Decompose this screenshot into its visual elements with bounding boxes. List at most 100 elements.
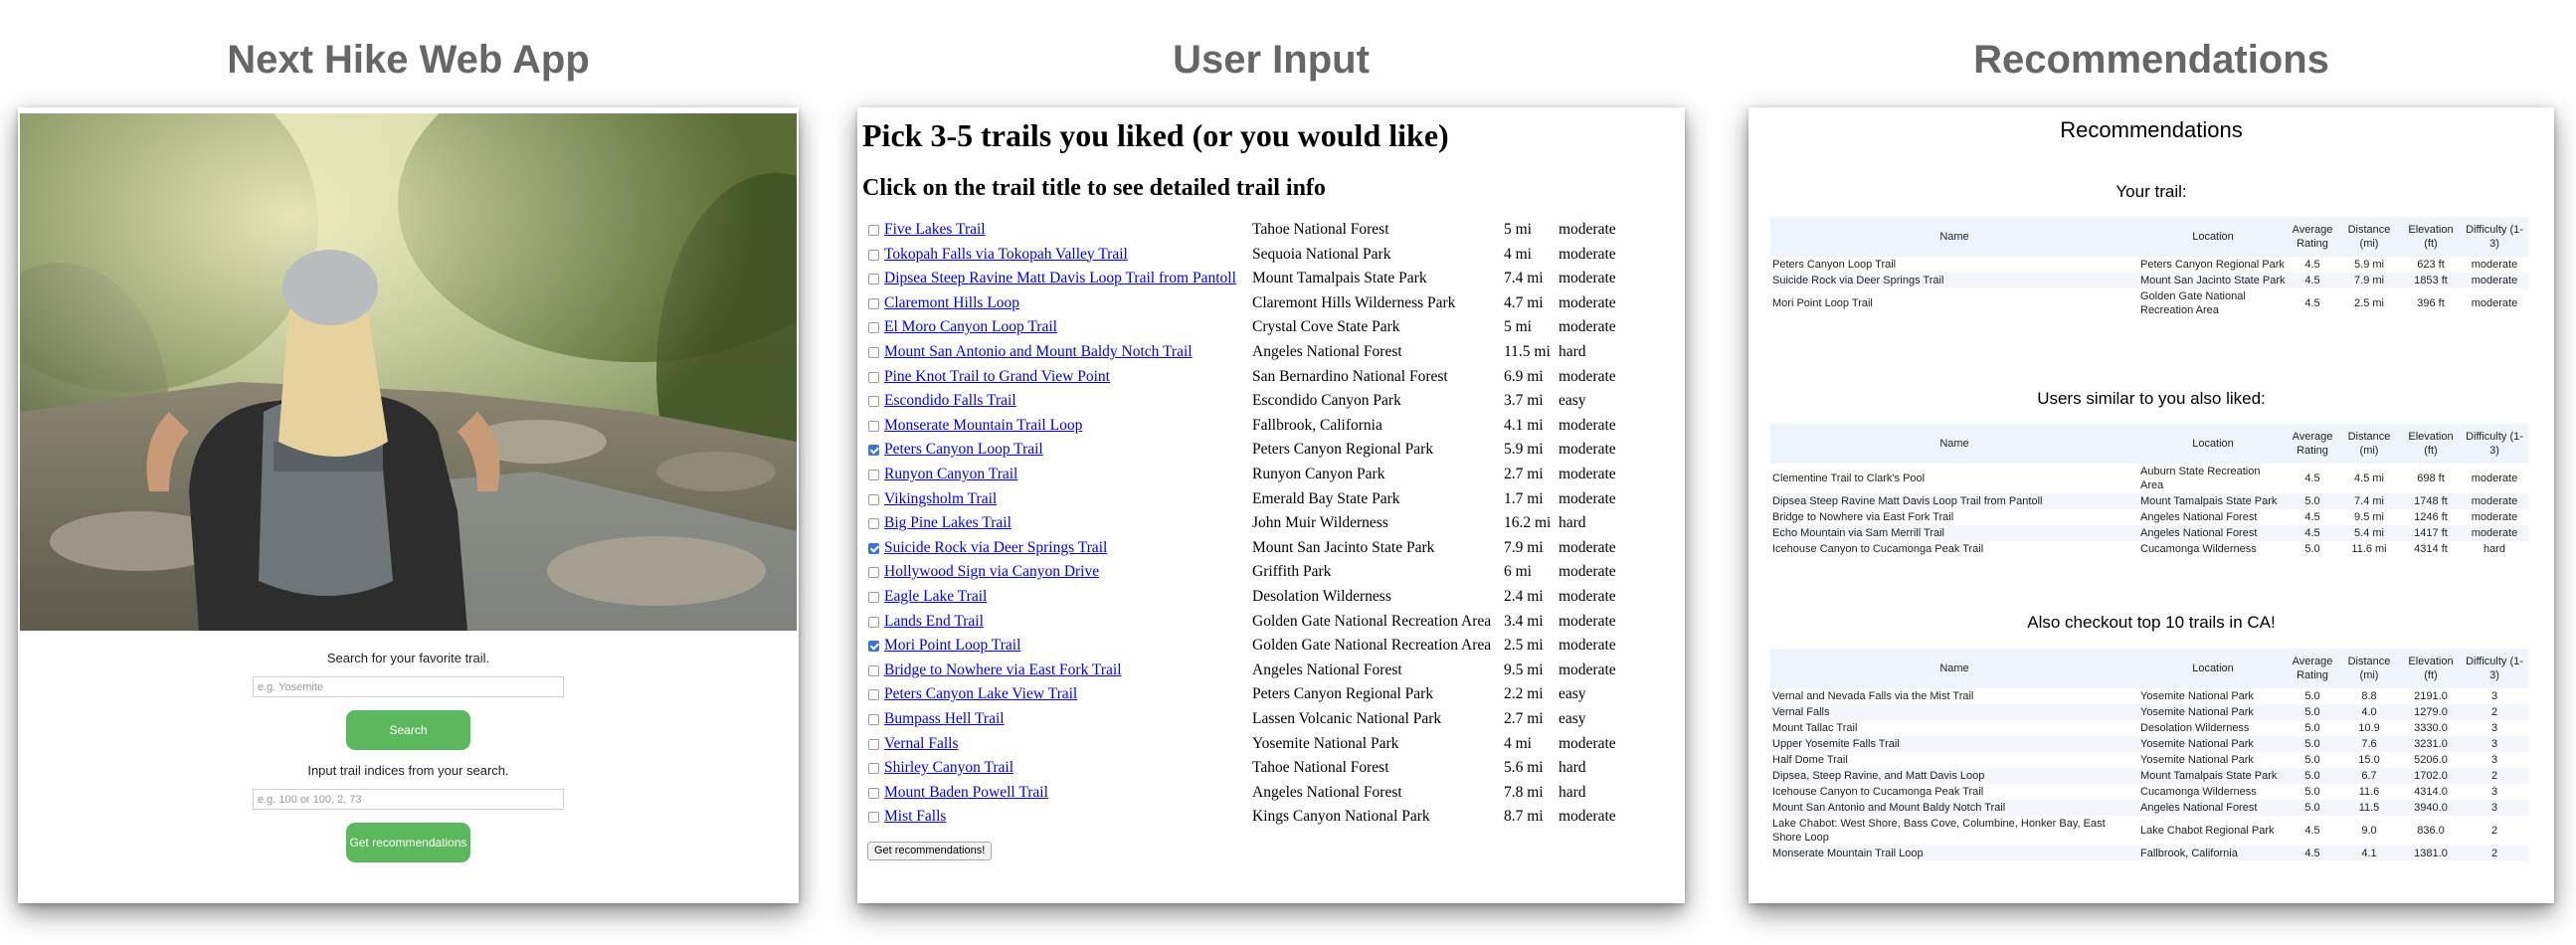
trail-checkbox[interactable]	[868, 689, 879, 701]
trail-link[interactable]: Tokopah Falls via Tokopah Valley Trail	[884, 243, 1128, 267]
table-row: Mount San Antonio and Mount Baldy Notch …	[1770, 800, 2528, 816]
column-header-elevation: Elevation (ft)	[2401, 424, 2461, 464]
trail-distance: 16.2 mi	[1504, 514, 1552, 532]
trail-checkbox[interactable]	[868, 763, 879, 775]
trail-link[interactable]: Bumpass Hell Trail	[884, 707, 1005, 731]
trail-location: Angeles National Forest	[1252, 343, 1402, 360]
trail-checkbox[interactable]	[868, 567, 879, 579]
trail-link[interactable]: Mount San Antonio and Mount Baldy Notch …	[884, 340, 1193, 364]
trail-row: Peters Canyon Lake View Trail Peters Cany…	[857, 682, 1685, 706]
cell-name: Dipsea, Steep Ravine, and Matt Davis Loo…	[1770, 768, 2138, 784]
column-header-difficulty: Difficulty (1-3)	[2461, 217, 2528, 257]
trail-link[interactable]: Vernal Falls	[884, 732, 958, 756]
trail-link[interactable]: Dipsea Steep Ravine Matt Davis Loop Trai…	[884, 267, 1236, 290]
trail-location: Mount San Jacinto State Park	[1252, 538, 1435, 556]
trail-link[interactable]: Hollywood Sign via Canyon Drive	[884, 560, 1099, 584]
trail-checkbox[interactable]	[868, 641, 879, 653]
trail-link[interactable]: Runyon Canyon Trail	[884, 463, 1017, 486]
trail-row: Eagle Lake Trail Desolation Wilderness 2.4…	[857, 585, 1685, 609]
trail-location: Tahoe National Forest	[1252, 221, 1389, 238]
trail-checkbox[interactable]	[868, 592, 879, 603]
trail-distance: 7.4 mi	[1504, 270, 1544, 287]
trail-checkbox[interactable]	[868, 738, 879, 750]
cell-name: Echo Mountain via Sam Merrill Trail	[1770, 525, 2138, 541]
cell-name: Vernal and Nevada Falls via the Mist Tra…	[1772, 690, 1974, 702]
trail-link[interactable]: Shirley Canyon Trail	[884, 756, 1013, 780]
trail-row: Vernal Falls Yosemite National Park 4 mi mo…	[857, 732, 1685, 756]
trail-checkbox[interactable]	[868, 347, 879, 358]
trail-row: Claremont Hills Loop Claremont Hills Wild…	[857, 291, 1685, 315]
trail-link[interactable]: Peters Canyon Loop Trail	[884, 438, 1043, 462]
trail-checkbox[interactable]	[868, 225, 879, 236]
search-label: Search for your favorite trail.	[326, 651, 490, 665]
trail-location: Angeles National Forest	[1252, 783, 1402, 801]
trail-row: Big Pine Lakes Trail John Muir Wilderness…	[857, 511, 1685, 535]
cell-rating: 5.0	[2288, 768, 2337, 784]
trail-link[interactable]: Mount Baden Powell Trail	[884, 781, 1048, 805]
trail-link[interactable]: Mist Falls	[884, 805, 946, 829]
trail-checkbox[interactable]	[868, 812, 879, 824]
column-header-difficulty: Difficulty (1-3)	[2461, 424, 2528, 464]
trail-link[interactable]: Peters Canyon Lake View Trail	[884, 682, 1077, 706]
trail-checkbox[interactable]	[868, 542, 879, 554]
cell-difficulty: 2	[2461, 846, 2528, 861]
trail-row: Bumpass Hell Trail Lassen Volcanic Nation…	[857, 707, 1685, 731]
submit-recommendations-button[interactable]: Get recommendations!	[867, 842, 993, 860]
trail-link[interactable]: Big Pine Lakes Trail	[884, 511, 1012, 535]
trail-link[interactable]: Monserate Mountain Trail Loop	[884, 414, 1082, 438]
trail-checkbox[interactable]	[868, 470, 879, 480]
trail-checkbox[interactable]	[868, 420, 879, 432]
trail-indices-input[interactable]	[253, 789, 564, 810]
trail-checkbox[interactable]	[868, 322, 879, 334]
trail-checkbox[interactable]	[868, 787, 879, 799]
trail-checkbox[interactable]	[868, 714, 879, 725]
cell-distance: 4.5 mi	[2354, 472, 2384, 484]
trail-difficulty: moderate	[1559, 416, 1616, 434]
trail-link[interactable]: Five Lakes Trail	[884, 218, 986, 242]
trail-link[interactable]: Bridge to Nowhere via East Fork Trail	[884, 659, 1122, 682]
trail-difficulty: moderate	[1559, 221, 1616, 238]
trail-difficulty: hard	[1559, 343, 1586, 360]
user-input-panel: Pick 3-5 trails you liked (or you would …	[857, 107, 1685, 903]
trail-location: Mount Tamalpais State Park	[1252, 270, 1427, 287]
trail-distance: 7.9 mi	[1504, 538, 1544, 556]
trail-difficulty: hard	[1559, 514, 1586, 532]
trail-checkbox[interactable]	[868, 445, 879, 457]
cell-elevation: 3940.0	[2401, 800, 2461, 816]
trail-distance: 4 mi	[1504, 734, 1532, 752]
trail-checkbox[interactable]	[868, 493, 879, 505]
trail-link[interactable]: Claremont Hills Loop	[884, 291, 1019, 315]
trail-link[interactable]: Lands End Trail	[884, 610, 984, 634]
trail-checkbox[interactable]	[868, 274, 879, 285]
trail-checkbox[interactable]	[868, 371, 879, 383]
search-form: Search for your favorite trail. Search I…	[18, 631, 799, 903]
trail-distance: 3.7 mi	[1504, 392, 1544, 410]
get-recommendations-button[interactable]: Get recommendations	[346, 823, 470, 862]
cell-location: Yosemite National Park	[2138, 736, 2288, 752]
trail-checkbox[interactable]	[868, 297, 879, 309]
trail-checkbox[interactable]	[868, 249, 879, 261]
cell-difficulty: moderate	[2461, 493, 2528, 509]
trail-link[interactable]: Suicide Rock via Deer Springs Trail	[884, 536, 1107, 560]
trail-checkbox[interactable]	[868, 396, 879, 408]
trail-checkbox[interactable]	[868, 616, 879, 628]
search-button[interactable]: Search	[346, 710, 470, 750]
trail-distance: 3.4 mi	[1504, 612, 1544, 630]
trail-link[interactable]: Mori Point Loop Trail	[884, 634, 1020, 658]
search-input[interactable]	[253, 676, 564, 697]
heading-user-input: User Input	[1173, 38, 1370, 82]
trail-distance: 6.9 mi	[1504, 367, 1544, 385]
trail-difficulty: moderate	[1559, 563, 1616, 581]
trail-difficulty: hard	[1559, 783, 1586, 801]
trail-location: Peters Canyon Regional Park	[1252, 685, 1434, 703]
trail-link[interactable]: El Moro Canyon Loop Trail	[884, 315, 1057, 339]
table-row: Upper Yosemite Falls Trail Yosemite Natio…	[1770, 736, 2528, 752]
trail-link[interactable]: Escondido Falls Trail	[884, 389, 1016, 413]
table-row: Mount Tallac Trail Desolation Wilderness 5…	[1770, 720, 2528, 736]
trail-link[interactable]: Pine Knot Trail to Grand View Point	[884, 365, 1110, 389]
trail-checkbox[interactable]	[868, 664, 879, 676]
cell-location: Mount Tamalpais State Park	[2138, 493, 2288, 509]
trail-link[interactable]: Vikingsholm Trail	[884, 487, 997, 511]
trail-checkbox[interactable]	[868, 518, 879, 530]
trail-link[interactable]: Eagle Lake Trail	[884, 585, 987, 609]
